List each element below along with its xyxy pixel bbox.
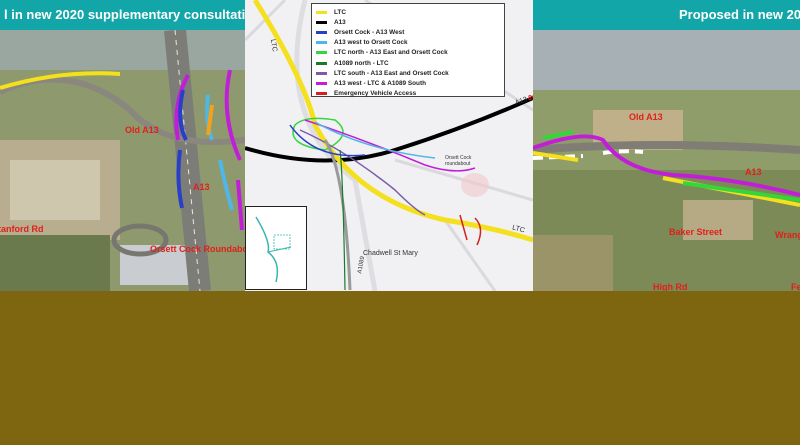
inset-map <box>245 206 307 290</box>
inset-drawing <box>255 216 292 283</box>
legend-swatch <box>316 81 327 85</box>
map-label-chadwell: Chadwell St Mary <box>363 250 418 257</box>
legend-label: LTC <box>334 8 346 16</box>
legend-label: A13 <box>334 18 346 26</box>
legend-label: A13 west to Orsett Cock <box>334 39 408 47</box>
legend-label: A1089 north - LTC <box>334 59 389 67</box>
legend-label: Orsett Cock - A13 West <box>334 28 405 36</box>
fe-label: Fe <box>791 282 800 291</box>
stanford-rd-label: Stanford Rd <box>0 224 44 234</box>
high-rd-label: High Rd <box>653 282 688 291</box>
left-banner-title: l in new 2020 supplementary consultation <box>0 0 245 30</box>
wrangham-label: Wrangh <box>775 230 800 240</box>
legend-item-ltc-south: LTC south - A13 East and Orsett Cock <box>316 68 500 78</box>
bottom-band <box>0 291 800 445</box>
legend-item-a13: A13 <box>316 17 500 27</box>
a13-label: A13 <box>193 182 210 192</box>
legend-item-ltc-north: LTC north - A13 East and Orsett Cock <box>316 48 500 58</box>
a13-label-right: A13 <box>745 167 762 177</box>
legend-item-emergency-access: Emergency Vehicle Access <box>316 89 500 99</box>
right-aerial-photo: Proposed in new 2020 Old A13 A13 Baker S… <box>533 0 800 291</box>
left-aerial-photo: l in new 2020 supplementary consultation… <box>0 0 245 291</box>
legend-item-a13-west-to-orsett-cock: A13 west to Orsett Cock <box>316 38 500 48</box>
legend-label: LTC south - A13 East and Orsett Cock <box>334 69 449 77</box>
route-map: LTC A13 Orsett Cock - A13 West A13 west … <box>245 0 533 291</box>
legend-item-a13-west-ltc-a1089: A13 west - LTC & A1089 South <box>316 78 500 88</box>
legend-swatch <box>316 92 327 96</box>
legend-swatch <box>316 61 327 65</box>
legend-swatch <box>316 30 327 34</box>
legend-item-a1089-north: A1089 north - LTC <box>316 58 500 68</box>
old-a13-label-right: Old A13 <box>629 112 663 122</box>
legend-item-ltc: LTC <box>316 7 500 17</box>
legend-swatch <box>316 41 327 45</box>
legend-label: Emergency Vehicle Access <box>334 90 417 98</box>
legend-swatch <box>316 71 327 75</box>
legend-label: LTC north - A13 East and Orsett Cock <box>334 49 448 57</box>
orsett-cock-roundabout-label: Orsett Cock Roundabout <box>150 244 245 254</box>
right-banner-title: Proposed in new 2020 <box>533 0 800 30</box>
map-label-orsett-cock: Orsett Cock roundabout <box>445 155 472 167</box>
legend-label: A13 west - LTC & A1089 South <box>334 79 426 87</box>
right-aerial-drawing <box>533 30 800 291</box>
legend-swatch <box>316 20 327 24</box>
legend-item-orsett-cock-a13-west: Orsett Cock - A13 West <box>316 27 500 37</box>
legend-swatch <box>316 51 327 55</box>
legend-swatch <box>316 10 327 14</box>
baker-street-label: Baker Street <box>669 227 723 237</box>
map-legend: LTC A13 Orsett Cock - A13 West A13 west … <box>311 3 505 97</box>
old-a13-label: Old A13 <box>125 125 159 135</box>
